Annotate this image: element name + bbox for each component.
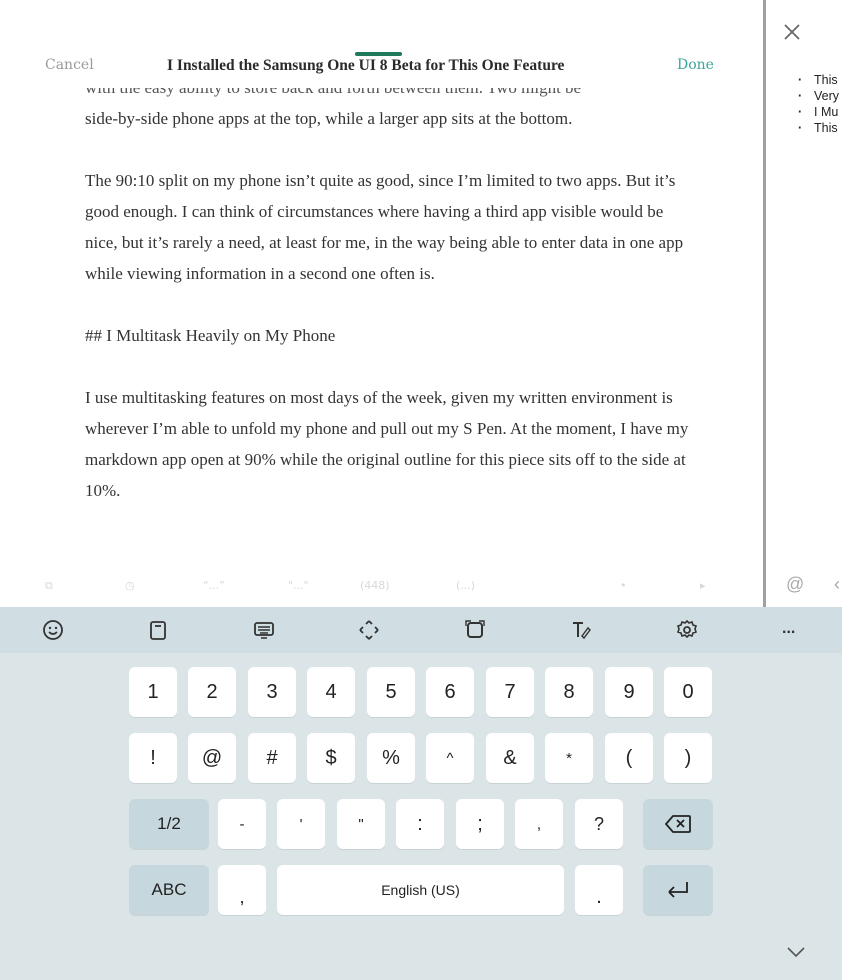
clock-icon[interactable]: ◷ — [125, 579, 135, 592]
at-icon[interactable]: @ — [786, 574, 804, 595]
format-double-quote[interactable]: "..." — [288, 579, 309, 592]
drag-handle[interactable] — [355, 52, 402, 56]
chevron-down-icon[interactable] — [786, 945, 806, 959]
symbol-page-key[interactable]: 1/2 — [129, 799, 209, 849]
key-4[interactable]: 4 — [307, 667, 355, 717]
handwriting-icon[interactable] — [569, 618, 593, 642]
on-screen-keyboard: ... 1 2 3 4 5 6 7 8 9 0 ! @ # $ % ^ & * … — [0, 607, 842, 980]
close-icon[interactable] — [782, 22, 802, 42]
key-2[interactable]: 2 — [188, 667, 236, 717]
cancel-button[interactable]: Cancel — [45, 57, 94, 73]
key-1[interactable]: 1 — [129, 667, 177, 717]
key-at[interactable]: @ — [188, 733, 236, 783]
clipboard-icon[interactable] — [146, 618, 170, 642]
key-6[interactable]: 6 — [426, 667, 474, 717]
editor-header: Cancel I Installed the Samsung One UI 8 … — [0, 0, 758, 88]
screen-capture-icon[interactable] — [463, 618, 487, 642]
abc-key[interactable]: ABC — [129, 865, 209, 915]
keyboard-toolbar: ... — [0, 607, 842, 653]
outline-item[interactable]: This — [798, 72, 839, 88]
key-semicolon[interactable]: ; — [456, 799, 504, 849]
comma-key[interactable]: , — [218, 865, 266, 915]
text-cursor-icon[interactable] — [357, 618, 381, 642]
paragraph: I use multitasking features on most days… — [85, 388, 689, 500]
paragraph: The 90:10 split on my phone isn’t quite … — [85, 171, 684, 283]
key-dash[interactable]: - — [218, 799, 266, 849]
key-open-paren[interactable]: ( — [605, 733, 653, 783]
format-quote[interactable]: “...” — [203, 579, 225, 592]
document-title: I Installed the Samsung One UI 8 Beta fo… — [167, 57, 565, 74]
link-icon[interactable]: ⧉ — [45, 579, 53, 593]
enter-key[interactable] — [643, 865, 713, 915]
emoji-icon[interactable] — [41, 618, 65, 642]
done-button[interactable]: Done — [677, 57, 714, 73]
split-divider[interactable] — [763, 0, 766, 607]
key-7[interactable]: 7 — [486, 667, 534, 717]
key-percent[interactable]: % — [367, 733, 415, 783]
key-5[interactable]: 5 — [367, 667, 415, 717]
key-0[interactable]: 0 — [664, 667, 712, 717]
key-hash[interactable]: # — [248, 733, 296, 783]
outline-item[interactable]: Very — [798, 88, 839, 104]
key-8[interactable]: 8 — [545, 667, 593, 717]
space-key[interactable]: English (US) — [277, 865, 564, 915]
key-3[interactable]: 3 — [248, 667, 296, 717]
editor-panel: with the easy ability to store back and … — [0, 0, 758, 607]
document-body[interactable]: with the easy ability to store back and … — [85, 72, 695, 537]
backspace-icon — [665, 815, 691, 833]
key-apostrophe[interactable]: ' — [277, 799, 325, 849]
key-caret[interactable]: ^ — [426, 733, 474, 783]
format-count[interactable]: (448) — [360, 579, 390, 592]
heading-line: ## I Multitask Heavily on My Phone — [85, 326, 336, 345]
key-9[interactable]: 9 — [605, 667, 653, 717]
format-toolbar: ⧉ ◷ “...” "..." (448) (...) • ▸ — [0, 567, 758, 607]
enter-icon — [668, 882, 688, 898]
format-parens[interactable]: (...) — [456, 579, 475, 592]
key-question[interactable]: ? — [575, 799, 623, 849]
key-close-paren[interactable]: ) — [664, 733, 712, 783]
key-double-quote[interactable]: " — [337, 799, 385, 849]
more-options-icon[interactable]: ... — [782, 620, 806, 644]
format-play[interactable]: ▸ — [700, 579, 706, 592]
key-dollar[interactable]: $ — [307, 733, 355, 783]
key-ampersand[interactable]: & — [486, 733, 534, 783]
key-comma[interactable]: , — [515, 799, 563, 849]
backspace-key[interactable] — [643, 799, 713, 849]
settings-icon[interactable] — [675, 618, 699, 642]
arrow-icon[interactable]: ‹ — [834, 574, 840, 595]
outline-list: This Very I Mu This — [798, 72, 839, 136]
period-key[interactable]: . — [575, 865, 623, 915]
paragraph: side-by-side phone apps at the top, whil… — [85, 109, 573, 128]
keyboard-icon[interactable] — [252, 618, 276, 642]
outline-item[interactable]: I Mu — [798, 104, 839, 120]
format-bullet[interactable]: • — [620, 579, 627, 592]
key-asterisk[interactable]: * — [545, 733, 593, 783]
key-exclamation[interactable]: ! — [129, 733, 177, 783]
outline-item[interactable]: This — [798, 120, 839, 136]
key-colon[interactable]: : — [396, 799, 444, 849]
